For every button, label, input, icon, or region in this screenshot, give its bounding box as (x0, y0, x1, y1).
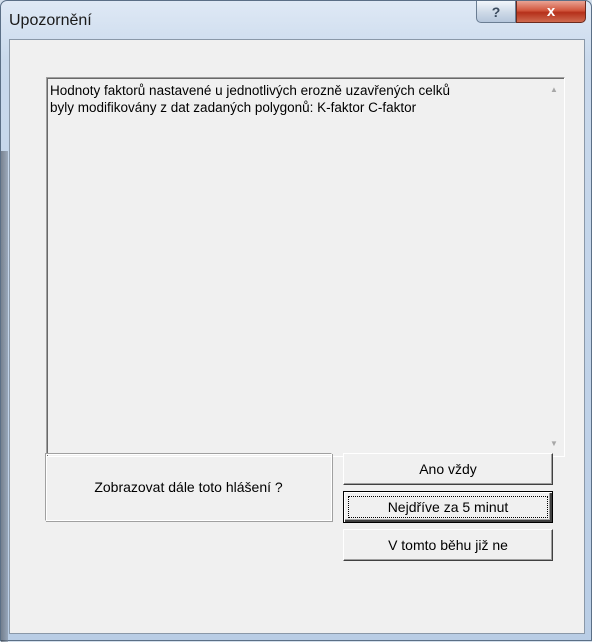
scroll-up-arrow-icon[interactable]: ▲ (548, 84, 560, 96)
scroll-down-arrow-icon[interactable]: ▼ (548, 438, 560, 450)
message-textbox[interactable]: Hodnoty faktorů nastavené u jednotlivých… (46, 77, 565, 457)
always-button-label: Ano vždy (419, 461, 477, 477)
not-this-run-button[interactable]: V tomto běhu již ne (343, 529, 553, 561)
message-text: Hodnoty faktorů nastavené u jednotlivých… (50, 83, 450, 115)
always-button[interactable]: Ano vždy (343, 453, 553, 485)
question-icon: ? (491, 3, 501, 20)
prompt-label: Zobrazovat dále toto hlášení ? (94, 479, 283, 495)
help-button[interactable]: ? (476, 1, 516, 23)
close-icon: x (546, 3, 556, 20)
not-this-run-button-label: V tomto běhu již ne (388, 537, 508, 553)
dialog-window: Upozornění ? x Hodnoty faktorů nastavené… (0, 0, 592, 642)
prompt-panel: Zobrazovat dále toto hlášení ? (45, 453, 332, 521)
background-edge (1, 151, 8, 642)
later-button-label: Nejdříve za 5 minut (387, 499, 509, 515)
close-button[interactable]: x (516, 1, 586, 23)
window-title: Upozornění (9, 12, 92, 29)
dialog-client-area: Hodnoty faktorů nastavené u jednotlivých… (9, 39, 585, 634)
later-button[interactable]: Nejdříve za 5 minut (343, 491, 553, 523)
